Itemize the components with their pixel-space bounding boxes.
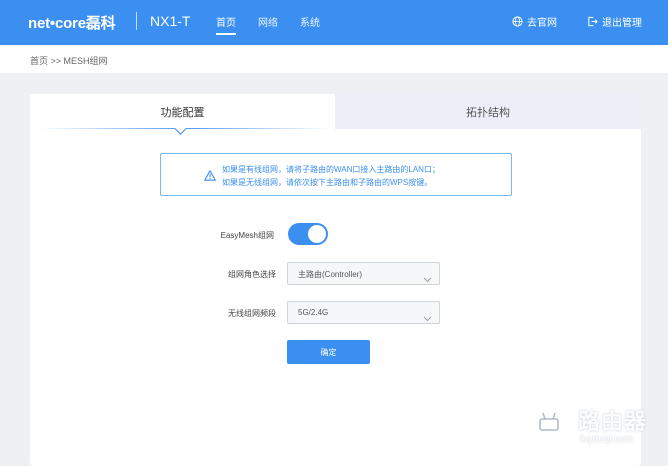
breadcrumb: 首页 >> MESH组网 [30, 56, 108, 66]
brand-logo[interactable]: net•core磊科 [28, 12, 116, 33]
role-select[interactable]: 主路由(Controller) [287, 262, 440, 285]
chevron-down-icon [423, 270, 432, 288]
breadcrumb-bar: 首页 >> MESH组网 [0, 45, 668, 73]
role-label: 组网角色选择 [228, 270, 276, 279]
easymesh-toggle[interactable] [288, 223, 328, 245]
watermark-title: 路由器 [578, 409, 648, 434]
chevron-down-icon [423, 309, 432, 327]
notice-line-wireless: 如果是无线组网，请依次按下主路由和子路由的WPS按键。 [222, 178, 433, 187]
logout-label: 退出管理 [602, 18, 642, 29]
model-name: NX1-T [150, 13, 191, 29]
notice-line-wired: 如果是有线组网，请将子路由的WAN口接入主路由的LAN口； [222, 165, 440, 174]
go-official-label: 去官网 [527, 18, 557, 29]
tab-bar: 功能配置 拓扑结构 [30, 94, 641, 135]
watermark-logo-icon [527, 402, 571, 446]
nav-network[interactable]: 网络 [258, 14, 278, 35]
go-official-link[interactable]: 去官网 [512, 14, 557, 29]
role-select-value: 主路由(Controller) [298, 270, 363, 279]
watermark: 路由器 luyouqi.com [527, 402, 667, 456]
band-select-value: 5G/2.4G [298, 308, 329, 317]
confirm-button[interactable]: 确定 [287, 340, 370, 364]
warning-icon [204, 168, 216, 186]
watermark-url: luyouqi.com [580, 434, 634, 445]
main-nav: 首页 网络 系统 [216, 14, 320, 35]
nav-system[interactable]: 系统 [300, 14, 320, 35]
notice-text: 如果是有线组网，请将子路由的WAN口接入主路由的LAN口； 如果是无线组网，请依… [222, 163, 440, 189]
logout-icon [587, 16, 598, 27]
top-navbar: net•core磊科 NX1-T 首页 网络 系统 去官网 退出管理 [0, 0, 668, 45]
logout-button[interactable]: 退出管理 [587, 14, 642, 29]
globe-icon [512, 16, 523, 27]
notice-box: 如果是有线组网，请将子路由的WAN口接入主路由的LAN口； 如果是无线组网，请依… [160, 153, 512, 196]
logo-divider [136, 12, 137, 30]
nav-home[interactable]: 首页 [216, 14, 236, 35]
toggle-knob [308, 225, 326, 243]
band-label: 无线组网频段 [228, 309, 276, 318]
easymesh-label: EasyMesh组网 [220, 231, 274, 240]
band-select[interactable]: 5G/2.4G [287, 301, 440, 324]
tab-topology[interactable]: 拓扑结构 [335, 94, 641, 129]
header-actions: 去官网 退出管理 [512, 14, 642, 29]
